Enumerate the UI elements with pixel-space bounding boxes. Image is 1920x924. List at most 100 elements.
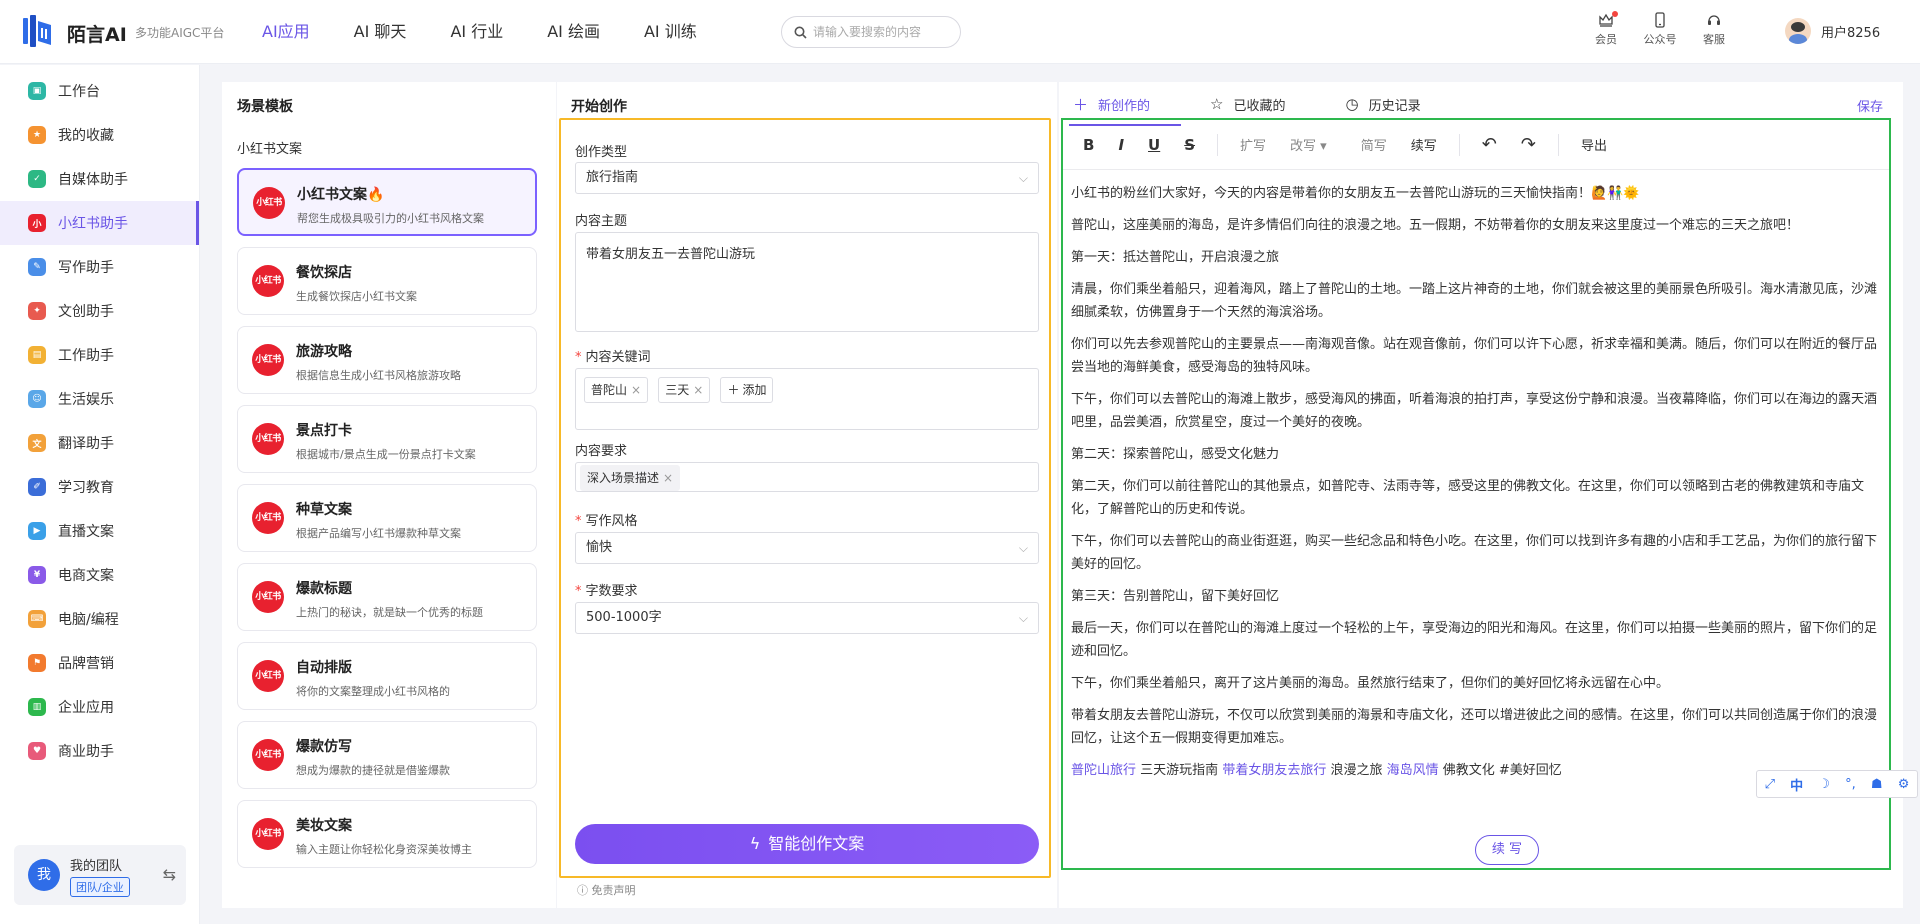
add-keyword-button[interactable]: ＋添加	[720, 377, 774, 403]
team-name: 我的团队	[70, 859, 123, 874]
nav-ai-drawing[interactable]: AI 绘画	[547, 0, 600, 64]
sidebar-item-label: 品牌营销	[58, 656, 114, 672]
user-icon[interactable]: ☗	[1871, 777, 1883, 792]
sidebar-item[interactable]: ♥ 商业助手	[0, 729, 199, 773]
sidebar-item[interactable]: ★ 我的收藏	[0, 113, 199, 157]
sidebar-item[interactable]: ▶ 直播文案	[0, 509, 199, 553]
customer-service-label: 客服	[1703, 33, 1725, 46]
form-panel-title: 开始创作	[571, 99, 627, 115]
type-select[interactable]: 旅行指南 ⌵	[575, 162, 1039, 194]
sidebar-item[interactable]: ▤ 工作助手	[0, 333, 199, 377]
export-button[interactable]: 导出	[1569, 135, 1619, 154]
hashtag[interactable]: 海岛风情	[1387, 763, 1439, 778]
logo-subtitle: 多功能AIGC平台	[135, 26, 225, 40]
punctuation-icon[interactable]: °,	[1845, 777, 1856, 792]
sidebar-item[interactable]: ▣ 工作台	[0, 69, 199, 113]
italic-button[interactable]: I	[1106, 136, 1136, 154]
template-card[interactable]: 小红书 爆款仿写 想成为爆款的捷径就是借鉴爆款	[237, 721, 537, 789]
sidebar-item[interactable]: ☺ 生活娱乐	[0, 377, 199, 421]
sidebar-item-label: 电脑/编程	[58, 612, 119, 628]
nav-ai-chat[interactable]: AI 聊天	[354, 0, 407, 64]
continue-write-button[interactable]: 续写	[1399, 135, 1449, 154]
customer-service-button[interactable]: 客服	[1694, 12, 1734, 47]
search-box[interactable]	[781, 16, 961, 48]
sidebar-item-icon: ✎	[28, 258, 46, 276]
editor-toolbar: B I U S 扩写 改写 ▾ 简写 续写 ↶ ↷ 导出	[1063, 120, 1889, 170]
sidebar-item[interactable]: ✓ 自媒体助手	[0, 157, 199, 201]
template-card[interactable]: 小红书 景点打卡 根据城市/景点生成一份景点打卡文案	[237, 405, 537, 473]
style-select[interactable]: 愉快 ⌵	[575, 532, 1039, 564]
nav-ai-industry[interactable]: AI 行业	[450, 0, 503, 64]
template-card[interactable]: 小红书 爆款标题 上热门的秘诀，就是缺一个优秀的标题	[237, 563, 537, 631]
undo-icon[interactable]: ↶	[1470, 134, 1509, 155]
keyword-tag-text: 普陀山	[591, 383, 628, 397]
team-card[interactable]: 我 我的团队 团队/企业 ⇆	[14, 845, 186, 905]
style-value: 愉快	[586, 540, 613, 555]
bold-button[interactable]: B	[1071, 136, 1106, 154]
hashtag[interactable]: 带着女朋友去旅行	[1222, 763, 1326, 778]
sidebar-item[interactable]: 文翻译助手	[0, 421, 199, 465]
topic-textarea[interactable]: 带着女朋友五一去普陀山游玩	[575, 232, 1039, 332]
requirement-tag-text: 深入场景描述	[587, 471, 660, 485]
gear-icon[interactable]: ⚙	[1898, 777, 1910, 792]
search-input[interactable]	[813, 25, 953, 39]
template-card[interactable]: 小红书 种草文案 根据产品编写小红书爆款种草文案	[237, 484, 537, 552]
sidebar-item[interactable]: ▥ 企业应用	[0, 685, 199, 729]
sidebar-item[interactable]: ✎ 写作助手	[0, 245, 199, 289]
template-card-desc: 根据城市/景点生成一份景点打卡文案	[296, 448, 476, 461]
vip-button[interactable]: 会员	[1586, 11, 1626, 47]
sidebar-item-icon: ▣	[28, 82, 46, 100]
hashtag[interactable]: 普陀山旅行	[1071, 763, 1136, 778]
generate-button[interactable]: ϟ 智能创作文案	[575, 824, 1039, 864]
sidebar-item[interactable]: ⚑ 品牌营销	[0, 641, 199, 685]
strikethrough-button[interactable]: S	[1172, 136, 1207, 154]
clock-icon: ◷	[1345, 95, 1359, 113]
rewrite-dropdown[interactable]: 改写 ▾	[1278, 135, 1339, 154]
template-card-title: 美妆文案	[296, 818, 352, 834]
sidebar-list: ▣ 工作台 ★ 我的收藏 ✓ 自媒体助手小小红书助手 ✎ 写作助手 ✦ 文创助手 ▤ 工作助手 ☺ 生活娱…	[0, 69, 199, 773]
logo-text[interactable]: 陌言AI	[67, 20, 127, 47]
fullscreen-icon[interactable]: ⤢	[1765, 777, 1775, 792]
template-card[interactable]: 小红书 美妆文案 输入主题让你轻松化身资深美妆博主	[237, 800, 537, 868]
template-card[interactable]: 小红书 自动排版 将你的文案整理成小红书风格的	[237, 642, 537, 710]
keywords-label: * 内容关键词	[575, 350, 651, 365]
requirements-field[interactable]: 深入场景描述 ×	[575, 462, 1039, 492]
template-card[interactable]: 小红书 小红书文案🔥 帮您生成极具吸引力的小红书风格文案	[237, 168, 537, 236]
words-value: 500-1000字	[586, 610, 662, 625]
nav-ai-apps[interactable]: AI应用	[262, 0, 310, 64]
sidebar-item[interactable]: 小小红书助手	[0, 201, 199, 245]
style-label: * 写作风格	[575, 514, 638, 529]
words-select[interactable]: 500-1000字 ⌵	[575, 602, 1039, 634]
chevron-down-icon: ⌵	[1018, 611, 1028, 625]
sidebar-item-icon: 小	[28, 214, 46, 232]
switch-icon[interactable]: ⇆	[163, 865, 176, 884]
simplify-button[interactable]: 简写	[1349, 135, 1399, 154]
generated-content[interactable]: 小红书的粉丝们大家好，今天的内容是带着你的女朋友五一去普陀山游玩的三天愉快指南！…	[1071, 182, 1881, 791]
sidebar-item[interactable]: ⌨ 电脑/编程	[0, 597, 199, 641]
sidebar-item[interactable]: ✦ 文创助手	[0, 289, 199, 333]
sidebar-item-label: 我的收藏	[58, 128, 114, 144]
language-icon[interactable]: 中	[1790, 775, 1803, 794]
content-paragraph: 下午，你们可以去普陀山的商业街逛逛，购买一些纪念品和特色小吃。在这里，你们可以找…	[1071, 534, 1878, 572]
close-icon[interactable]: ×	[693, 383, 703, 397]
moon-icon[interactable]: ☽	[1818, 777, 1830, 792]
keywords-field[interactable]: 普陀山 × 三天 × ＋添加	[575, 368, 1039, 430]
redo-icon[interactable]: ↷	[1509, 134, 1548, 155]
template-card[interactable]: 小红书 餐饮探店 生成餐饮探店小红书文案	[237, 247, 537, 315]
close-icon[interactable]: ×	[631, 383, 641, 397]
template-card[interactable]: 小红书 旅游攻略 根据信息生成小红书风格旅游攻略	[237, 326, 537, 394]
disclaimer-link[interactable]: ⓘ 免责声明	[577, 882, 636, 898]
plus-icon: ＋	[727, 383, 740, 397]
close-icon[interactable]: ×	[663, 471, 673, 485]
expand-button[interactable]: 扩写	[1228, 135, 1278, 154]
official-account-button[interactable]: 公众号	[1640, 12, 1680, 47]
sidebar-item[interactable]: ¥ 电商文案	[0, 553, 199, 597]
user-menu[interactable]: 用户8256	[1785, 18, 1880, 44]
underline-button[interactable]: U	[1136, 136, 1172, 154]
continue-button[interactable]: 续 写	[1475, 835, 1539, 865]
sidebar-item-label: 企业应用	[58, 700, 114, 716]
nav-ai-training[interactable]: AI 训练	[644, 0, 697, 64]
sidebar-item[interactable]: ✐ 学习教育	[0, 465, 199, 509]
save-button[interactable]: 保存	[1857, 96, 1883, 115]
main-nav: AI应用 AI 聊天 AI 行业 AI 绘画 AI 训练	[262, 0, 741, 64]
